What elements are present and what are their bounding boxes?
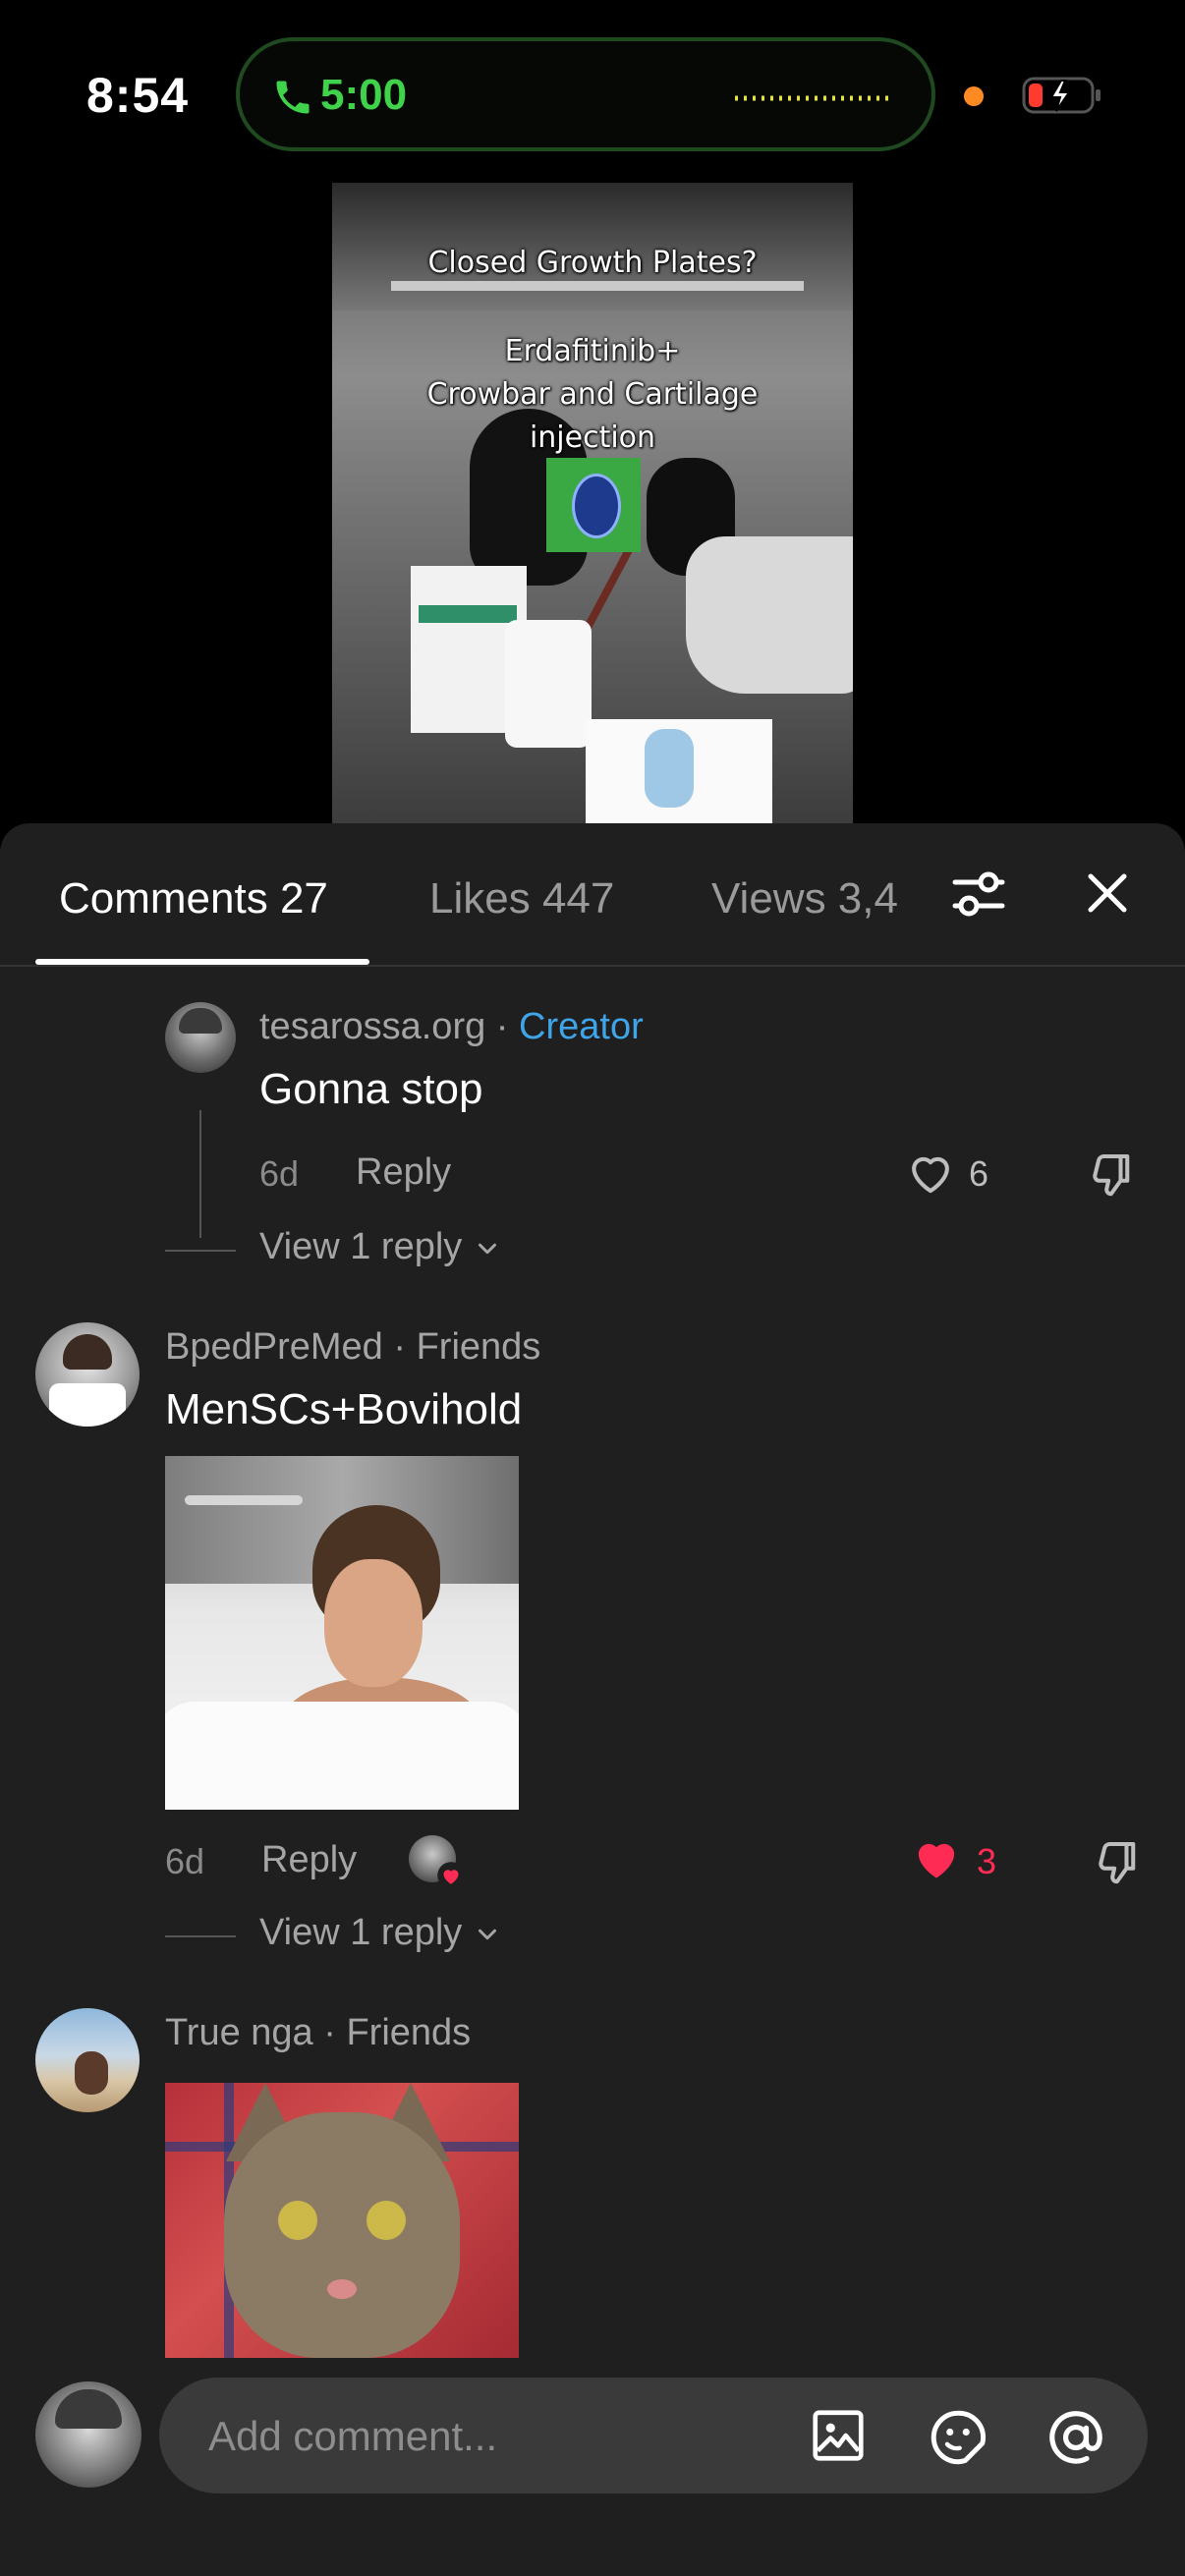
sliders-icon[interactable]	[949, 865, 1008, 924]
reply-button[interactable]: Reply	[261, 1839, 357, 1881]
separator: ·	[323, 2012, 336, 2053]
image-detail	[367, 2201, 406, 2240]
comment-age: 6d	[259, 1153, 300, 1194]
image-detail	[165, 1702, 519, 1810]
dislike-icon[interactable]	[1087, 1835, 1140, 1888]
video-bg-cloth	[686, 536, 853, 694]
video-caption-line: Crowbar and Cartilage	[426, 377, 759, 412]
image-detail	[185, 1495, 303, 1505]
reply-button[interactable]: Reply	[356, 1151, 451, 1194]
phone-icon	[276, 81, 310, 114]
status-time: 8:54	[86, 68, 190, 123]
video-knee-diagram	[586, 719, 772, 825]
friends-badge: Friends	[346, 2012, 472, 2053]
call-duration: 5:00	[320, 71, 408, 119]
heart-outline-icon[interactable]	[904, 1146, 957, 1199]
video-logo-image	[546, 458, 641, 552]
tab-comments[interactable]: Comments 27	[59, 874, 328, 924]
creator-badge: Creator	[519, 1006, 644, 1047]
image-icon[interactable]	[808, 2405, 869, 2466]
heart-badge-icon	[437, 1862, 465, 1889]
comment-author[interactable]: True nga · Friends	[165, 2012, 471, 2054]
battery-charging-icon	[1022, 77, 1100, 114]
comment-text: MenSCs+Bovihold	[165, 1385, 523, 1433]
username[interactable]: True nga	[165, 2012, 313, 2053]
tab-likes[interactable]: Likes 447	[429, 874, 614, 924]
image-detail	[327, 2279, 357, 2299]
view-replies-button[interactable]: View 1 reply	[259, 1912, 502, 1954]
friends-badge: Friends	[416, 1326, 541, 1368]
audio-wave-icon	[735, 95, 892, 101]
username[interactable]: BpedPreMed	[165, 1326, 383, 1368]
view-replies-button[interactable]: View 1 reply	[259, 1226, 502, 1268]
chevron-down-icon	[478, 1243, 496, 1255]
close-icon[interactable]	[1085, 870, 1130, 916]
separator: ·	[393, 1326, 407, 1368]
image-detail	[224, 2112, 460, 2358]
view-replies-label[interactable]: View 1 reply	[259, 1226, 462, 1267]
comment-author[interactable]: BpedPreMed · Friends	[165, 1326, 540, 1369]
video-caption-line: Erdafitinib+	[504, 334, 681, 368]
avatar[interactable]	[35, 2008, 140, 2112]
active-tab-indicator	[35, 959, 369, 965]
avatar[interactable]	[35, 1322, 140, 1427]
video-caption-body: Erdafitinib+ Crowbar and Cartilage injec…	[332, 330, 853, 460]
image-detail	[324, 1559, 423, 1687]
emoji-sticker-icon[interactable]	[926, 2405, 990, 2470]
active-call-pill[interactable]: 5:00	[236, 37, 935, 151]
comment-age: 6d	[165, 1841, 205, 1881]
username[interactable]: tesarossa.org	[259, 1006, 485, 1047]
comments-sheet: Comments 27 Likes 447 Views 3,4 tesaross…	[0, 823, 1185, 2576]
mic-in-use-indicator	[964, 86, 984, 106]
video-caption-title: Closed Growth Plates?	[427, 246, 758, 280]
comment-text: Gonna stop	[259, 1065, 483, 1113]
chevron-down-icon	[478, 1929, 496, 1940]
comment-input-placeholder[interactable]: Add comment...	[208, 2413, 497, 2460]
comment-composer: Add comment...	[0, 2358, 1185, 2576]
view-replies-label[interactable]: View 1 reply	[259, 1912, 462, 1953]
status-bar: 8:54 5:00	[0, 0, 1185, 177]
image-detail	[278, 2201, 317, 2240]
comment-image[interactable]	[165, 2083, 519, 2358]
tab-views[interactable]: Views 3,4	[711, 874, 898, 924]
like-count: 6	[969, 1153, 989, 1194]
video-medicine-bottle	[505, 620, 592, 748]
my-avatar[interactable]	[35, 2381, 141, 2488]
comment-author[interactable]: tesarossa.org · Creator	[259, 1006, 644, 1048]
sheet-tab-bar: Comments 27 Likes 447 Views 3,4	[0, 823, 1185, 967]
dislike-icon[interactable]	[1081, 1148, 1134, 1201]
view-replies-line	[165, 1250, 236, 1252]
separator: ·	[495, 1006, 509, 1047]
view-replies-line	[165, 1935, 236, 1937]
mention-icon[interactable]	[1044, 2405, 1108, 2470]
heart-filled-icon[interactable]	[908, 1829, 965, 1886]
video-caption-line: injection	[529, 420, 656, 455]
like-count: 3	[977, 1841, 997, 1881]
video-preview[interactable]: Closed Growth Plates? Erdafitinib+ Crowb…	[332, 183, 853, 827]
avatar[interactable]	[165, 1002, 236, 1073]
comment-input[interactable]: Add comment...	[159, 2378, 1148, 2493]
thread-line	[199, 1110, 201, 1238]
comment-image[interactable]	[165, 1456, 519, 1810]
